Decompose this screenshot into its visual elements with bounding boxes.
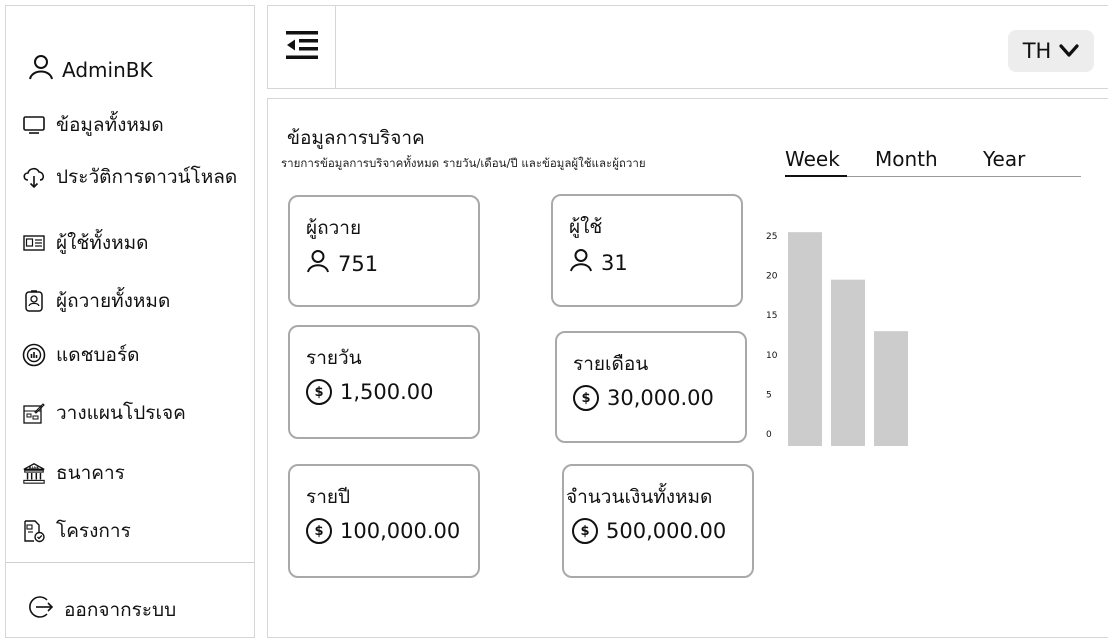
card-value: $ 1,500.00 bbox=[306, 379, 434, 405]
card-value: 31 bbox=[569, 248, 628, 277]
chevron-down-icon bbox=[1059, 39, 1079, 63]
users-card: ผู้ใช้ 31 bbox=[551, 194, 743, 307]
bank-icon-text: BANK bbox=[29, 466, 40, 470]
chart-bar bbox=[788, 232, 822, 446]
tab-week[interactable]: Week bbox=[785, 147, 840, 171]
project-icon bbox=[22, 519, 46, 543]
active-tab-indicator bbox=[785, 175, 847, 177]
period-tabs: Week Month Year bbox=[785, 147, 1081, 177]
card-value: $ 100,000.00 bbox=[306, 518, 460, 544]
donor-count: 751 bbox=[338, 251, 379, 276]
user-count: 31 bbox=[601, 250, 628, 275]
badge-icon bbox=[22, 289, 46, 313]
y-tick-label: 20 bbox=[766, 272, 778, 282]
sidebar-item-projects[interactable]: โครงการ bbox=[22, 516, 131, 546]
sidebar-toggle-button[interactable] bbox=[268, 6, 336, 88]
page-title: ข้อมูลการบริจาค bbox=[287, 127, 425, 149]
sidebar-item-label: ประวัติการดาวน์โหลด bbox=[56, 166, 238, 188]
daily-amount: 1,500.00 bbox=[340, 380, 434, 404]
chart-bar bbox=[874, 331, 908, 446]
card-label: รายเดือน bbox=[573, 353, 649, 375]
card-value: $ 500,000.00 bbox=[572, 518, 726, 544]
donors-card: ผู้ถวาย 751 bbox=[288, 195, 480, 307]
sidebar-item-download-history[interactable]: ประวัติการดาวน์โหลด bbox=[22, 162, 237, 192]
total-amount: 500,000.00 bbox=[606, 519, 727, 543]
sidebar-item-label: ข้อมูลทั้งหมด bbox=[56, 114, 164, 136]
y-tick-label: 0 bbox=[766, 430, 772, 440]
sidebar-item-all-donors[interactable]: ผู้ถวายทั้งหมด bbox=[22, 286, 170, 316]
logout-label: ออกจากระบบ bbox=[64, 598, 177, 621]
page-subtitle: รายการข้อมูลการบริจาคทั้งหมด รายวัน/เดือ… bbox=[281, 156, 646, 170]
user-icon bbox=[306, 249, 330, 278]
tab-year[interactable]: Year bbox=[983, 147, 1025, 171]
dollar-icon: $ bbox=[306, 518, 332, 544]
card-label: ผู้ใช้ bbox=[569, 216, 603, 238]
logout-button[interactable]: ออกจากระบบ bbox=[28, 594, 176, 625]
donation-bar-chart: 0 5 10 15 20 25 bbox=[766, 232, 908, 446]
yearly-amount: 100,000.00 bbox=[340, 519, 461, 543]
daily-card: รายวัน $ 1,500.00 bbox=[288, 325, 480, 439]
monitor-icon bbox=[22, 113, 46, 137]
monthly-amount: 30,000.00 bbox=[607, 386, 714, 410]
user-icon bbox=[569, 248, 593, 277]
language-select[interactable]: TH bbox=[1008, 30, 1094, 72]
id-card-icon bbox=[22, 231, 46, 255]
sidebar-item-label: ผู้ใช้ทั้งหมด bbox=[56, 232, 149, 254]
sidebar-item-all-data[interactable]: ข้อมูลทั้งหมด bbox=[22, 110, 164, 140]
card-label: ผู้ถวาย bbox=[306, 217, 362, 239]
monthly-card: รายเดือน $ 30,000.00 bbox=[555, 331, 747, 443]
collapse-menu-icon bbox=[285, 30, 319, 64]
sidebar-item-all-users[interactable]: ผู้ใช้ทั้งหมด bbox=[22, 228, 149, 258]
total-card: จำนวนเงินทั้งหมด $ 500,000.00 bbox=[562, 464, 754, 578]
card-label: จำนวนเงินทั้งหมด bbox=[566, 486, 713, 508]
sidebar-divider bbox=[6, 562, 254, 563]
profile[interactable]: AdminBK bbox=[28, 54, 153, 85]
dollar-icon: $ bbox=[573, 385, 599, 411]
logout-icon bbox=[28, 594, 54, 625]
sidebar-item-bank[interactable]: BANK ธนาคาร bbox=[22, 458, 125, 488]
card-label: รายวัน bbox=[306, 347, 362, 369]
sidebar-item-dashboard[interactable]: แดชบอร์ด bbox=[22, 340, 140, 370]
sidebar-item-label: แดชบอร์ด bbox=[56, 344, 140, 366]
language-value: TH bbox=[1022, 39, 1052, 63]
sidebar: AdminBK ข้อมูลทั้งหมด ประวัติการดาวน์โหล… bbox=[5, 5, 255, 638]
card-value: 751 bbox=[306, 249, 378, 278]
chart-bar bbox=[831, 279, 865, 446]
main-panel: ข้อมูลการบริจาค รายการข้อมูลการบริจาคทั้… bbox=[267, 98, 1108, 638]
card-label: รายปี bbox=[306, 486, 351, 508]
yearly-card: รายปี $ 100,000.00 bbox=[288, 464, 480, 578]
y-tick-label: 25 bbox=[766, 232, 777, 242]
user-icon bbox=[28, 54, 54, 85]
sidebar-item-label: โครงการ bbox=[56, 520, 131, 542]
sidebar-item-project-plan[interactable]: วางแผนโปรเจค bbox=[22, 398, 186, 428]
bank-icon: BANK bbox=[22, 461, 46, 485]
y-tick-label: 10 bbox=[766, 351, 778, 361]
dollar-icon: $ bbox=[572, 518, 598, 544]
sidebar-item-label: ผู้ถวายทั้งหมด bbox=[56, 290, 171, 312]
dollar-icon: $ bbox=[306, 379, 332, 405]
top-bar: TH bbox=[267, 5, 1108, 89]
tab-month[interactable]: Month bbox=[875, 147, 938, 171]
project-plan-icon bbox=[22, 401, 46, 425]
card-value: $ 30,000.00 bbox=[573, 385, 714, 411]
sidebar-item-label: ธนาคาร bbox=[56, 462, 125, 484]
cloud-download-icon bbox=[22, 165, 46, 189]
dashboard-icon bbox=[22, 343, 46, 367]
profile-name: AdminBK bbox=[62, 57, 153, 82]
sidebar-item-label: วางแผนโปรเจค bbox=[56, 402, 186, 424]
y-tick-label: 5 bbox=[766, 390, 772, 400]
y-tick-label: 15 bbox=[766, 311, 777, 321]
